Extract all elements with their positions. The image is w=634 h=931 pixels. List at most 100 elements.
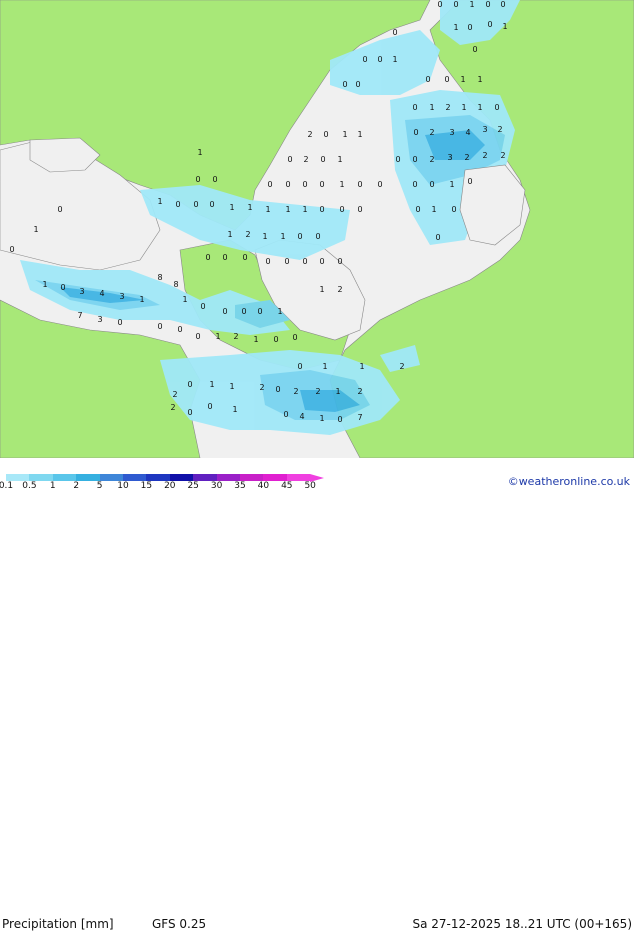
precip-value-label: 1 (359, 362, 365, 371)
scale-swatch (29, 474, 53, 481)
precip-value-label: 0 (362, 55, 368, 64)
precip-value-label: 0 (494, 103, 500, 112)
scale-swatch (146, 474, 170, 481)
precip-value-label: 0 (444, 75, 450, 84)
precipitation-map: 0010001010000100001101211002343220110023… (0, 0, 634, 458)
precip-value-label: 2 (399, 362, 405, 371)
precip-value-label: 1 (322, 362, 328, 371)
precip-value-label: 0 (302, 257, 308, 266)
precip-value-label: 1 (253, 335, 259, 344)
precip-value-label: 1 (262, 232, 268, 241)
precip-value-label: 0 (242, 253, 248, 262)
credit-link[interactable]: ©weatheronline.co.uk (508, 475, 630, 488)
precip-value-label: 0 (500, 0, 506, 9)
precip-value-label: 1 (229, 382, 235, 391)
precip-value-label: 0 (283, 410, 289, 419)
precip-value-label: 0 (287, 155, 293, 164)
precip-value-label: 7 (357, 413, 363, 422)
precip-value-label: 0 (57, 205, 63, 214)
precip-value-label: 2 (445, 103, 451, 112)
precip-value-label: 1 (280, 232, 286, 241)
precip-value-label: 0 (451, 205, 457, 214)
scale-swatch (99, 474, 123, 481)
precip-value-label: 0 (337, 257, 343, 266)
precip-value-label: 2 (497, 125, 503, 134)
precip-value-label: 0 (207, 402, 213, 411)
precip-value-label: 1 (453, 23, 459, 32)
precip-value-label: 1 (477, 103, 483, 112)
precip-color-scale (6, 473, 325, 482)
precip-value-label: 0 (297, 362, 303, 371)
scale-swatch (169, 474, 194, 481)
precip-value-label: 2 (337, 285, 343, 294)
precip-value-label: 0 (284, 257, 290, 266)
precip-value-label: 0 (292, 333, 298, 342)
precip-value-label: 0 (429, 180, 435, 189)
precip-value-label: 0 (320, 155, 326, 164)
precip-value-label: 0 (435, 233, 441, 242)
scale-swatch (6, 474, 30, 481)
precip-value-label: 1 (477, 75, 483, 84)
precip-value-label: 0 (412, 180, 418, 189)
precip-value-label: 1 (139, 295, 145, 304)
precip-value-label: 0 (212, 175, 218, 184)
precip-value-label: 1 (42, 280, 48, 289)
precip-value-label: 0 (342, 80, 348, 89)
precip-value-label: 1 (469, 0, 475, 9)
precip-value-label: 0 (193, 200, 199, 209)
precip-value-label: 0 (117, 318, 123, 327)
precip-value-label: 1 (182, 295, 188, 304)
precip-value-label: 0 (377, 180, 383, 189)
precip-value-label: 2 (259, 383, 265, 392)
precip-value-label: 4 (299, 412, 305, 421)
precip-value-label: 0 (425, 75, 431, 84)
precip-value-label: 0 (437, 0, 443, 9)
precip-value-label: 1 (339, 180, 345, 189)
precip-value-label: 0 (453, 0, 459, 9)
precip-value-label: 0 (377, 55, 383, 64)
precip-value-label: 0 (415, 205, 421, 214)
precip-value-label: 0 (209, 200, 215, 209)
precip-value-label: 1 (335, 387, 341, 396)
precip-value-label: 2 (464, 153, 470, 162)
scale-swatch (263, 474, 287, 481)
scale-swatch (286, 474, 311, 481)
precip-value-label: 0 (413, 128, 419, 137)
map-title: Precipitation [mm] (2, 917, 114, 931)
precip-value-label: 0 (412, 155, 418, 164)
precip-value-label: 0 (487, 20, 493, 29)
precip-value-label: 3 (97, 315, 103, 324)
precip-value-label: 0 (177, 325, 183, 334)
precip-value-label: 1 (215, 332, 221, 341)
precip-value-label: 0 (205, 253, 211, 262)
precip-value-label: 4 (99, 289, 105, 298)
precip-value-label: 0 (285, 180, 291, 189)
precip-value-label: 1 (357, 130, 363, 139)
precip-value-label: 0 (302, 180, 308, 189)
precip-value-label: 1 (197, 148, 203, 157)
model-name: GFS 0.25 (152, 917, 207, 931)
precip-value-label: 0 (9, 245, 15, 254)
scale-swatch (239, 474, 264, 481)
precip-value-label: 0 (323, 130, 329, 139)
precip-value-label: 1 (302, 205, 308, 214)
precip-value-label: 0 (200, 302, 206, 311)
scale-swatch (52, 474, 77, 481)
precip-value-label: 1 (209, 380, 215, 389)
precip-value-label: 0 (339, 205, 345, 214)
precip-value-label: 0 (485, 0, 491, 9)
precip-value-label: 2 (303, 155, 309, 164)
precip-value-label: 0 (275, 385, 281, 394)
precip-value-label: 0 (222, 253, 228, 262)
precip-value-label: 2 (357, 387, 363, 396)
precip-value-label: 0 (273, 335, 279, 344)
precip-value-label: 0 (467, 177, 473, 186)
precip-value-label: 1 (247, 203, 253, 212)
precip-value-label: 0 (195, 175, 201, 184)
precip-value-label: 1 (232, 405, 238, 414)
precip-value-label: 0 (319, 205, 325, 214)
precip-value-label: 0 (392, 28, 398, 37)
precip-value-label: 3 (449, 128, 455, 137)
precip-value-label: 0 (222, 307, 228, 316)
precip-value-label: 1 (277, 307, 283, 316)
